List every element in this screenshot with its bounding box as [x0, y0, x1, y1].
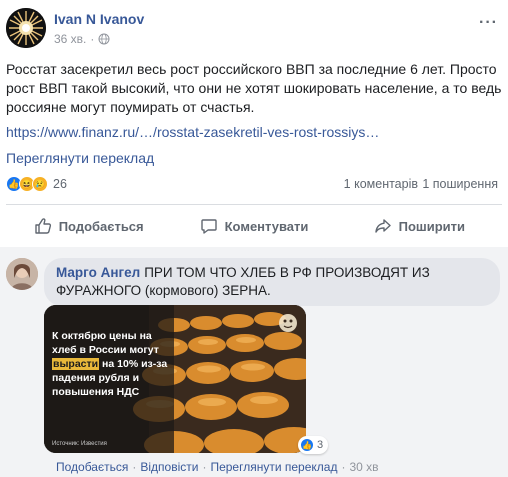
like-reaction-icon: 👍: [300, 438, 314, 452]
shares-count[interactable]: 1 поширення: [422, 177, 498, 191]
post-link[interactable]: https://www.finanz.ru/…/rosstat-zasekret…: [6, 124, 379, 140]
share-icon: [374, 219, 391, 233]
post-stats: 👍 😆 😢 26 1 коментарів 1 поширення: [6, 176, 502, 196]
divider: [6, 204, 502, 205]
like-label: Подобається: [58, 218, 144, 234]
post-header: Ivan N Ivanov 36 хв. · ···: [6, 8, 502, 52]
comment-likes-count: 3: [317, 439, 324, 451]
comment-reply-link[interactable]: Відповісти: [140, 460, 198, 474]
thumbs-up-icon: [35, 218, 51, 234]
comment-author[interactable]: Марго Ангел: [56, 265, 140, 280]
commenter-avatar[interactable]: [6, 258, 38, 290]
comment-translate-link[interactable]: Переглянути переклад: [210, 460, 337, 474]
comments-count[interactable]: 1 коментарів: [344, 177, 418, 191]
post-meta: 36 хв. ·: [54, 32, 110, 46]
globe-icon[interactable]: [98, 33, 110, 45]
see-translation-link[interactable]: Переглянути переклад: [6, 150, 154, 166]
post-text: Росстат засекретил весь рост российского…: [6, 61, 502, 115]
comment-button[interactable]: Коментувати: [171, 210, 336, 242]
comment-like-link[interactable]: Подобається: [56, 460, 128, 474]
share-label: Поширити: [398, 218, 466, 234]
more-options-icon[interactable]: ···: [479, 14, 498, 32]
comment-time[interactable]: 30 хв: [349, 460, 378, 474]
comment-icon: [200, 219, 217, 234]
comment-reactions[interactable]: 👍 3: [298, 436, 329, 454]
share-button[interactable]: Поширити: [337, 210, 502, 242]
post-time[interactable]: 36 хв.: [54, 32, 86, 46]
author-avatar[interactable]: [6, 8, 46, 48]
comment-label: Коментувати: [224, 218, 309, 234]
sad-reaction-icon: 😢: [32, 176, 48, 192]
comment-bubble: Марго Ангел ПРИ ТОМ ЧТО ХЛЕБ В РФ ПРОИЗВО…: [44, 258, 500, 306]
image-caption: К октябрю цены на хлеб в России могут вы…: [52, 330, 168, 398]
author-name[interactable]: Ivan N Ivanov: [54, 11, 144, 27]
logo-icon: [279, 314, 297, 332]
comment-actions: Подобається · Відповісти · Переглянути п…: [56, 460, 379, 474]
reactions-summary[interactable]: 👍 😆 😢 26: [6, 176, 67, 192]
post-actions: Подобається Коментувати Поширити: [6, 210, 502, 242]
reactions-count: 26: [53, 177, 67, 191]
comment-image[interactable]: К октябрю цены на хлеб в России могут вы…: [44, 305, 306, 453]
image-source: Источник: Известия: [52, 441, 107, 447]
like-button[interactable]: Подобається: [6, 210, 171, 242]
